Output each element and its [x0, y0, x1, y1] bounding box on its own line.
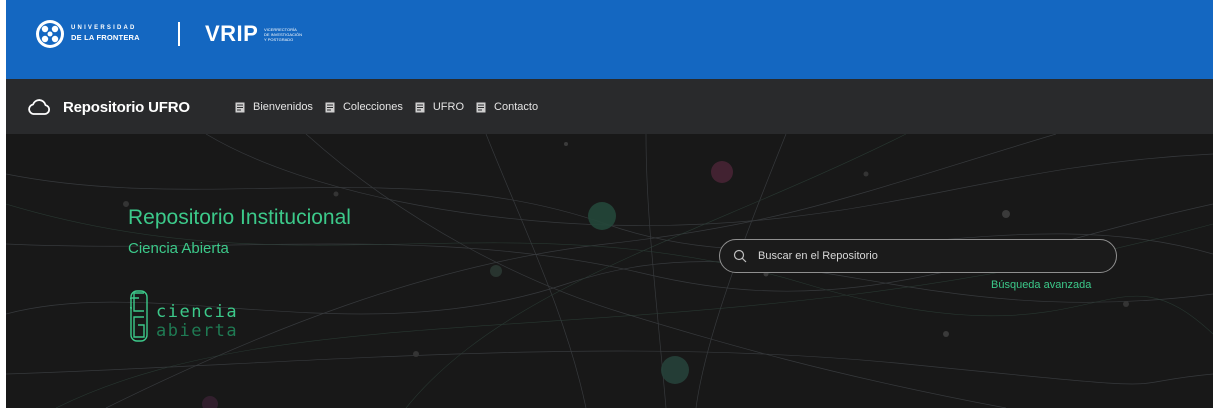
nav-item-bienvenidos[interactable]: Bienvenidos	[235, 101, 313, 113]
university-seal-icon[interactable]	[35, 19, 65, 49]
logo-text-abierta: abierta	[156, 321, 238, 341]
search-icon[interactable]	[733, 249, 747, 263]
cloud-icon	[28, 99, 51, 115]
document-icon	[415, 102, 425, 112]
brand-title: Repositorio UFRO	[63, 98, 190, 116]
search-box[interactable]	[719, 239, 1117, 273]
page: UNIVERSIDAD DE LA FRONTERA VRIP VICERREC…	[6, 0, 1213, 408]
document-icon	[325, 102, 335, 112]
advanced-search-link[interactable]: Búsqueda avanzada	[991, 279, 1091, 291]
university-name[interactable]: UNIVERSIDAD DE LA FRONTERA	[71, 25, 140, 42]
university-line1: UNIVERSIDAD	[71, 25, 137, 31]
document-icon	[476, 102, 486, 112]
nav-brand[interactable]: Repositorio UFRO	[27, 95, 190, 119]
nav-item-label: Contacto	[494, 101, 539, 113]
hero-subtitle: Ciencia Abierta	[128, 240, 229, 257]
vrip-subtitle: VICERRECTORÍA DE INVESTIGACIÓN Y POSTGRA…	[264, 27, 302, 42]
nav-item-label: Colecciones	[342, 101, 403, 113]
top-header: UNIVERSIDAD DE LA FRONTERA VRIP VICERREC…	[6, 0, 1213, 79]
university-line2: DE LA FRONTERA	[71, 33, 140, 42]
search-input[interactable]	[756, 249, 1116, 263]
main-nav: Repositorio UFRO Bienvenidos Colecciones…	[6, 79, 1213, 134]
vrip-logo[interactable]: VRIP	[205, 22, 258, 46]
header-divider	[178, 22, 180, 46]
nav-item-colecciones[interactable]: Colecciones	[325, 101, 403, 113]
vrip-sub-line3: Y POSTGRADO	[264, 37, 294, 42]
nav-item-label: UFRO	[432, 101, 465, 113]
document-icon	[235, 102, 245, 112]
nav-item-ufro[interactable]: UFRO	[415, 101, 464, 113]
hero-section: Repositorio Institucional Ciencia Abiert…	[6, 134, 1213, 408]
nav-item-label: Bienvenidos	[253, 101, 313, 113]
nav-items: Bienvenidos Colecciones UFRO Contacto	[235, 99, 550, 115]
hero-title: Repositorio Institucional	[128, 206, 351, 229]
ciencia-abierta-logo: ciencia abierta	[130, 290, 238, 342]
nav-item-contacto[interactable]: Contacto	[476, 101, 538, 113]
logo-text-ciencia: ciencia	[156, 302, 238, 322]
